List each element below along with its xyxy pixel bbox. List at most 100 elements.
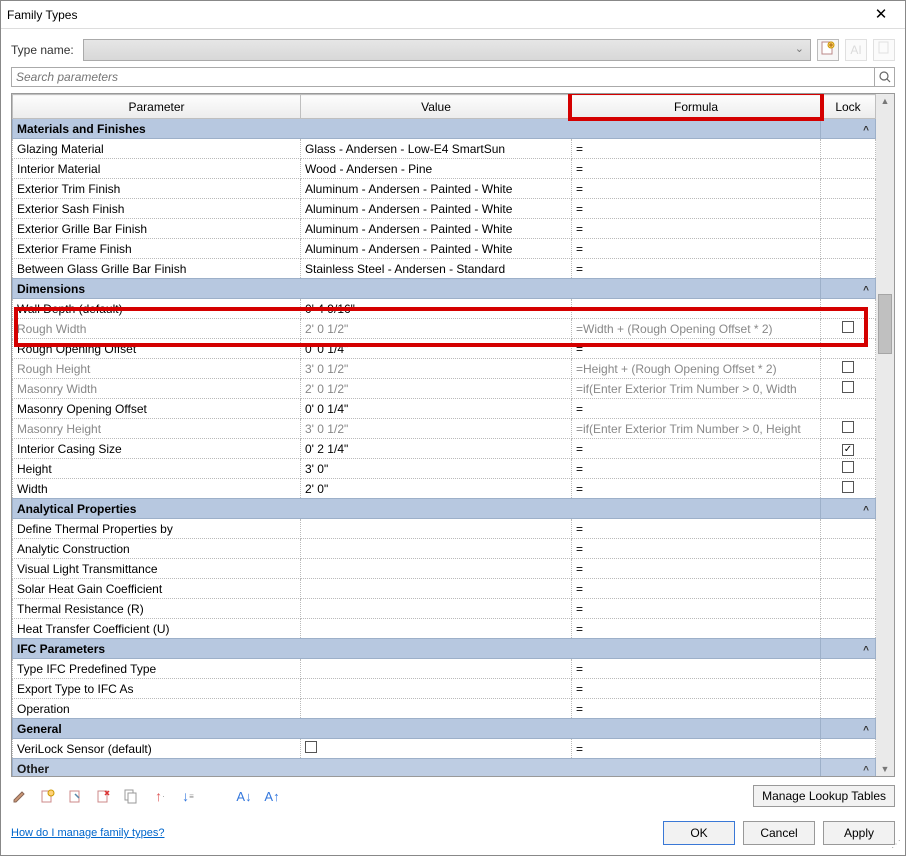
cell-formula[interactable]: = (572, 619, 821, 639)
rename-type-button[interactable]: AI (845, 39, 867, 61)
cell-value[interactable] (301, 539, 572, 559)
cell-lock[interactable] (821, 459, 876, 479)
table-row[interactable]: Between Glass Grille Bar FinishStainless… (13, 259, 876, 279)
table-row[interactable]: Masonry Opening Offset0' 0 1/4"= (13, 399, 876, 419)
table-row[interactable]: Visual Light Transmittance= (13, 559, 876, 579)
table-row[interactable]: Exterior Sash FinishAluminum - Andersen … (13, 199, 876, 219)
search-input[interactable] (11, 67, 875, 87)
sort-asc-icon[interactable]: A↓ (235, 787, 253, 805)
cell-lock[interactable] (821, 339, 876, 359)
cell-value[interactable]: Aluminum - Andersen - Painted - White (301, 239, 572, 259)
table-row[interactable]: Width2' 0"= (13, 479, 876, 499)
table-row[interactable]: Analytic Construction= (13, 539, 876, 559)
delete-parameter-icon[interactable] (95, 787, 113, 805)
cell-value[interactable]: 0' 2 1/4" (301, 439, 572, 459)
close-button[interactable]: ✕ (863, 3, 899, 27)
table-row[interactable]: VeriLock Sensor (default)= (13, 739, 876, 759)
ok-button[interactable]: OK (663, 821, 735, 845)
table-row[interactable]: Exterior Trim FinishAluminum - Andersen … (13, 179, 876, 199)
cell-lock[interactable] (821, 519, 876, 539)
table-row[interactable]: Wall Depth (default)0' 4 9/16"= (13, 299, 876, 319)
col-lock[interactable]: Lock (821, 95, 876, 119)
sort-desc-icon[interactable]: A↑ (263, 787, 281, 805)
cell-lock[interactable] (821, 299, 876, 319)
section-header[interactable]: General^ (13, 719, 876, 739)
cell-formula[interactable]: =if(Enter Exterior Trim Number > 0, Heig… (572, 419, 821, 439)
table-row[interactable]: Exterior Grille Bar FinishAluminum - And… (13, 219, 876, 239)
cell-lock[interactable] (821, 619, 876, 639)
move-up-icon[interactable]: ↑· (151, 787, 169, 805)
cell-formula[interactable]: = (572, 479, 821, 499)
cell-lock[interactable] (821, 599, 876, 619)
cell-lock[interactable] (821, 419, 876, 439)
cell-formula[interactable]: = (572, 159, 821, 179)
table-row[interactable]: Rough Opening Offset0' 0 1/4"= (13, 339, 876, 359)
table-row[interactable]: Masonry Height3' 0 1/2"=if(Enter Exterio… (13, 419, 876, 439)
section-header[interactable]: IFC Parameters^ (13, 639, 876, 659)
section-header[interactable]: Dimensions^ (13, 279, 876, 299)
cell-value[interactable]: 0' 0 1/4" (301, 339, 572, 359)
table-row[interactable]: Heat Transfer Coefficient (U)= (13, 619, 876, 639)
cell-lock[interactable] (821, 539, 876, 559)
cell-formula[interactable]: = (572, 519, 821, 539)
cell-formula[interactable]: = (572, 739, 821, 759)
cell-lock[interactable] (821, 579, 876, 599)
table-row[interactable]: Rough Width2' 0 1/2"=Width + (Rough Open… (13, 319, 876, 339)
cell-formula[interactable]: =if(Enter Exterior Trim Number > 0, Widt… (572, 379, 821, 399)
cell-lock[interactable] (821, 739, 876, 759)
cell-value[interactable] (301, 579, 572, 599)
section-header[interactable]: Materials and Finishes^ (13, 119, 876, 139)
cell-value[interactable]: Aluminum - Andersen - Painted - White (301, 199, 572, 219)
cell-formula[interactable]: = (572, 659, 821, 679)
table-row[interactable]: Operation= (13, 699, 876, 719)
cell-formula[interactable]: = (572, 579, 821, 599)
cell-lock[interactable] (821, 159, 876, 179)
cell-value[interactable]: 3' 0 1/2" (301, 419, 572, 439)
table-row[interactable]: Exterior Frame FinishAluminum - Andersen… (13, 239, 876, 259)
cell-lock[interactable] (821, 199, 876, 219)
cell-lock[interactable] (821, 659, 876, 679)
parameter-grid[interactable]: Parameter Value Formula Lock Materials a… (12, 94, 876, 776)
cell-formula[interactable]: = (572, 199, 821, 219)
cell-formula[interactable]: = (572, 219, 821, 239)
table-row[interactable]: Thermal Resistance (R)= (13, 599, 876, 619)
resize-grip[interactable]: ⋰ (889, 839, 901, 851)
delete-type-button[interactable] (873, 39, 895, 61)
cell-formula[interactable]: = (572, 699, 821, 719)
cell-lock[interactable] (821, 699, 876, 719)
lock-checkbox[interactable] (842, 361, 854, 373)
cell-lock[interactable] (821, 179, 876, 199)
cell-value[interactable]: 0' 0 1/4" (301, 399, 572, 419)
cell-value[interactable]: Glass - Andersen - Low-E4 SmartSun (301, 139, 572, 159)
table-row[interactable]: Interior MaterialWood - Andersen - Pine= (13, 159, 876, 179)
cell-formula[interactable]: = (572, 259, 821, 279)
lock-checkbox[interactable] (842, 481, 854, 493)
cell-lock[interactable] (821, 439, 876, 459)
apply-button[interactable]: Apply (823, 821, 895, 845)
col-value[interactable]: Value (301, 95, 572, 119)
cell-formula[interactable]: = (572, 679, 821, 699)
cell-value[interactable] (301, 619, 572, 639)
cell-formula[interactable]: = (572, 399, 821, 419)
cell-formula[interactable]: = (572, 539, 821, 559)
cell-lock[interactable] (821, 239, 876, 259)
section-header[interactable]: Other^ (13, 759, 876, 777)
lock-checkbox[interactable] (842, 461, 854, 473)
cell-formula[interactable]: = (572, 439, 821, 459)
type-name-dropdown[interactable] (83, 39, 811, 61)
new-parameter-icon[interactable] (39, 787, 57, 805)
table-row[interactable]: Export Type to IFC As= (13, 679, 876, 699)
cell-value[interactable]: Wood - Andersen - Pine (301, 159, 572, 179)
lock-checkbox[interactable] (842, 444, 854, 456)
cell-value[interactable] (301, 699, 572, 719)
copy-parameter-icon[interactable] (123, 787, 141, 805)
table-row[interactable]: Interior Casing Size0' 2 1/4"= (13, 439, 876, 459)
cell-formula[interactable]: = (572, 179, 821, 199)
cell-value[interactable] (301, 659, 572, 679)
cell-lock[interactable] (821, 139, 876, 159)
table-row[interactable]: Masonry Width2' 0 1/2"=if(Enter Exterior… (13, 379, 876, 399)
cancel-button[interactable]: Cancel (743, 821, 815, 845)
cell-formula[interactable]: = (572, 339, 821, 359)
cell-value[interactable]: 0' 4 9/16" (301, 299, 572, 319)
search-icon[interactable] (875, 67, 895, 87)
